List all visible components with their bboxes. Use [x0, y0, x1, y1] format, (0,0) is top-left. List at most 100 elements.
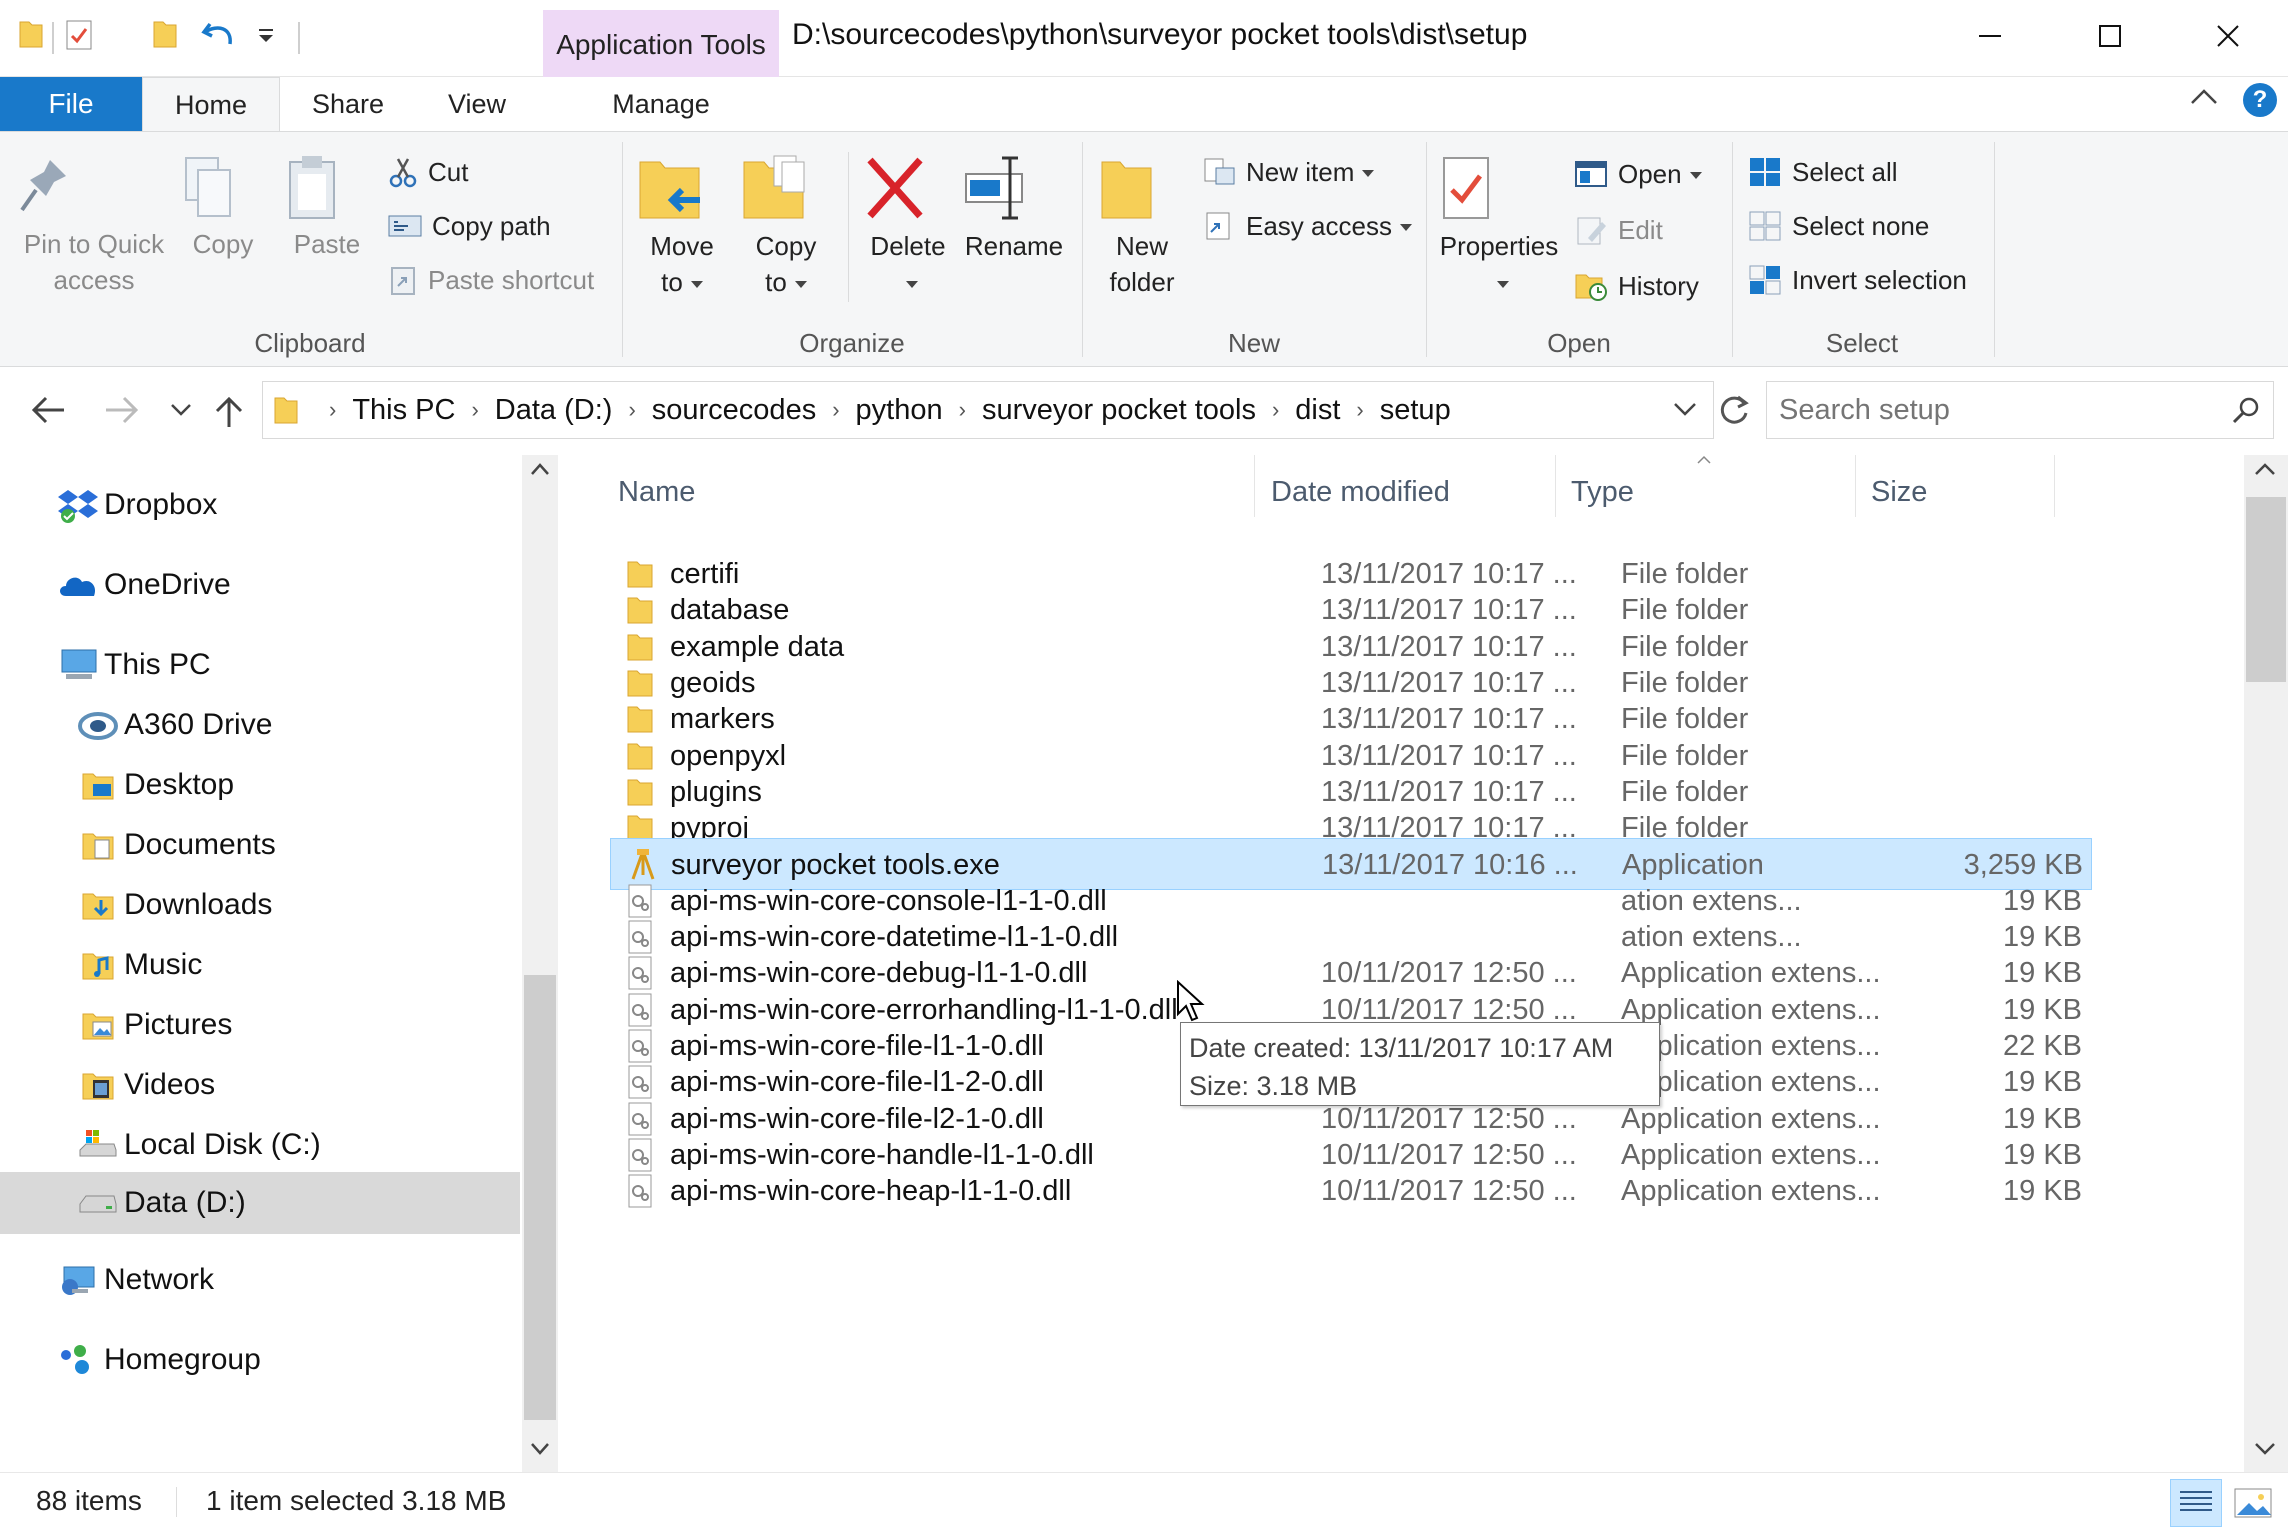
invert-selection-button[interactable]: Invert selection — [1748, 260, 1967, 300]
breadcrumb-chevron-icon[interactable]: › — [832, 397, 839, 423]
back-arrow-icon[interactable] — [30, 395, 66, 425]
nav-scroll-down-chevron-icon[interactable] — [530, 1442, 550, 1456]
rename-button[interactable]: Rename — [962, 152, 1066, 264]
nav-item-local-disk-c[interactable]: Local Disk (C:) — [0, 1116, 520, 1174]
history-button[interactable]: History — [1574, 266, 1699, 306]
nav-item-dropbox[interactable]: Dropbox — [0, 476, 520, 534]
nav-item-onedrive[interactable]: OneDrive — [0, 556, 520, 614]
paste-button[interactable]: Paste — [282, 152, 372, 262]
close-button[interactable] — [2178, 0, 2278, 72]
large-icons-view-icon — [2234, 1488, 2272, 1518]
paste-shortcut-button[interactable]: Paste shortcut — [388, 260, 594, 300]
breadcrumb-chevron-icon[interactable]: › — [329, 397, 336, 423]
column-header-name[interactable]: Name — [618, 467, 908, 517]
help-button[interactable]: ? — [2243, 83, 2277, 117]
column-header-size[interactable]: Size — [1871, 467, 2031, 517]
breadcrumb-item[interactable]: surveyor pocket tools — [982, 394, 1256, 427]
cut-button[interactable]: Cut — [388, 152, 468, 192]
select-none-button[interactable]: Select none — [1748, 206, 1929, 246]
search-input[interactable] — [1779, 382, 2219, 438]
properties-qat-icon[interactable] — [64, 18, 94, 52]
pin-to-quick-access-button[interactable]: Pin to Quick access — [14, 152, 174, 298]
nav-item-music[interactable]: Music — [0, 936, 520, 994]
nav-item-pictures[interactable]: Pictures — [0, 996, 520, 1054]
breadcrumb-item[interactable]: This PC — [352, 394, 455, 427]
search-icon[interactable] — [2231, 395, 2261, 425]
address-folder-icon — [273, 394, 299, 426]
up-arrow-icon[interactable] — [214, 395, 244, 429]
list-scroll-up-chevron-icon[interactable] — [2254, 462, 2276, 476]
nav-item-desktop[interactable]: Desktop — [0, 756, 520, 814]
tab-file[interactable]: File — [0, 77, 142, 131]
nav-item-a360-drive[interactable]: A360 Drive — [0, 696, 520, 754]
tab-share[interactable]: Share — [290, 77, 406, 131]
nav-item-this-pc[interactable]: This PC — [0, 636, 520, 694]
tab-home[interactable]: Home — [142, 77, 280, 132]
new-folder-qat-icon[interactable] — [152, 18, 178, 50]
refresh-icon[interactable] — [1716, 393, 1750, 427]
a360-drive-icon — [78, 705, 118, 745]
nav-item-label: This PC — [104, 648, 211, 681]
nav-item-downloads[interactable]: Downloads — [0, 876, 520, 934]
large-icons-view-button[interactable] — [2228, 1479, 2280, 1527]
copy-path-button[interactable]: Copy path — [388, 206, 551, 246]
file-size: 19 KB — [2003, 1175, 2082, 1208]
breadcrumb-chevron-icon[interactable]: › — [471, 397, 478, 423]
column-separator[interactable] — [1254, 455, 1255, 517]
breadcrumb-chevron-icon[interactable]: › — [1356, 397, 1363, 423]
nav-item-data-d[interactable]: Data (D:) — [0, 1172, 520, 1234]
details-view-button[interactable] — [2170, 1479, 2222, 1527]
nav-item-label: Homegroup — [104, 1343, 261, 1376]
nav-item-network[interactable]: Network — [0, 1251, 520, 1309]
address-dropdown-chevron-icon[interactable] — [1673, 402, 1697, 418]
breadcrumb-item[interactable]: sourcecodes — [652, 394, 816, 427]
move-to-button[interactable]: Move to — [636, 152, 728, 300]
minimize-button[interactable] — [1940, 0, 2040, 72]
rename-icon — [962, 152, 1066, 224]
forward-arrow-icon[interactable] — [104, 395, 140, 425]
maximize-button[interactable] — [2060, 0, 2160, 72]
customize-qat-chevron-icon[interactable] — [256, 28, 276, 44]
nav-scroll-up-chevron-icon[interactable] — [530, 462, 550, 476]
delete-x-icon — [860, 152, 956, 224]
new-folder-button[interactable]: New folder — [1096, 152, 1188, 300]
breadcrumb-item[interactable]: dist — [1295, 394, 1340, 427]
select-group-label: Select — [1825, 328, 1899, 358]
breadcrumb-item[interactable]: python — [856, 394, 943, 427]
edit-button[interactable]: Edit — [1574, 210, 1663, 250]
nav-item-documents[interactable]: Documents — [0, 816, 520, 874]
column-header-date-modified[interactable]: Date modified — [1271, 467, 1551, 517]
tab-manage[interactable]: Manage — [543, 77, 779, 131]
properties-button[interactable]: Properties — [1436, 152, 1562, 300]
breadcrumb-chevron-icon[interactable]: › — [959, 397, 966, 423]
nav-item-videos[interactable]: Videos — [0, 1056, 520, 1114]
column-separator[interactable] — [2054, 455, 2055, 517]
new-item-button[interactable]: New item — [1202, 152, 1375, 192]
open-button[interactable]: Open — [1574, 154, 1702, 194]
file-row[interactable]: api-ms-win-core-heap-l1-1-0.dll 10/11/201… — [610, 1165, 2092, 1217]
column-header-type[interactable]: Type — [1571, 467, 1751, 517]
easy-access-button[interactable]: Easy access — [1202, 206, 1412, 246]
breadcrumb-item[interactable]: Data (D:) — [495, 394, 613, 427]
select-all-button[interactable]: Select all — [1748, 152, 1898, 192]
new-folder-label-line2: folder — [1109, 267, 1175, 297]
breadcrumb-chevron-icon[interactable]: › — [628, 397, 635, 423]
list-scroll-down-chevron-icon[interactable] — [2254, 1442, 2276, 1456]
recent-locations-chevron-icon[interactable] — [170, 403, 192, 417]
address-bar[interactable]: › This PC › Data (D:) › sourcecodes › python › su… — [262, 381, 1714, 439]
documents-folder-icon — [78, 825, 118, 865]
search-box[interactable] — [1766, 381, 2274, 439]
nav-pane-scroll-thumb[interactable] — [524, 975, 556, 1420]
breadcrumb-item[interactable]: setup — [1380, 394, 1451, 427]
copy-button[interactable]: Copy — [178, 152, 268, 262]
column-separator[interactable] — [1855, 455, 1856, 517]
column-separator[interactable] — [1555, 455, 1556, 517]
delete-button[interactable]: Delete — [860, 152, 956, 300]
nav-item-homegroup[interactable]: Homegroup — [0, 1331, 520, 1389]
collapse-ribbon-chevron-icon[interactable] — [2190, 87, 2218, 105]
copy-to-button[interactable]: Copy to — [740, 152, 832, 300]
undo-icon[interactable] — [200, 18, 236, 52]
file-list-scroll-thumb[interactable] — [2246, 497, 2286, 682]
breadcrumb-chevron-icon[interactable]: › — [1272, 397, 1279, 423]
tab-view[interactable]: View — [420, 77, 534, 131]
